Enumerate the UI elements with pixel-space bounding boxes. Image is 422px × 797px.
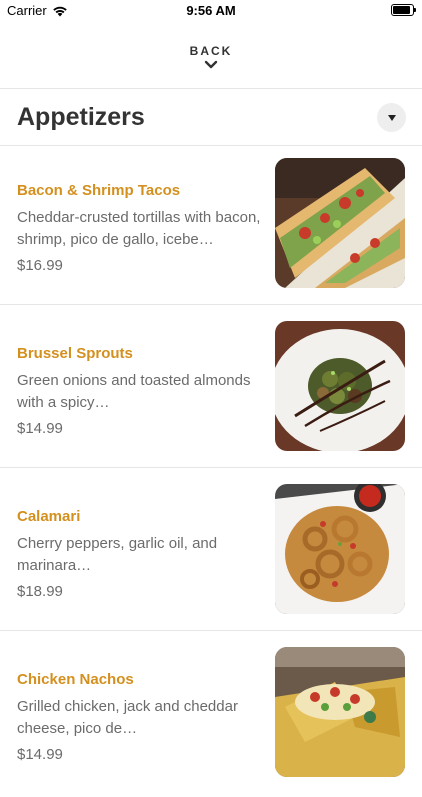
item-photo <box>275 484 405 614</box>
item-divider <box>0 467 422 468</box>
item-description: Cherry peppers, garlic oil, and marinara… <box>17 535 218 574</box>
item-description: Green onions and toasted almonds with a … <box>17 372 251 411</box>
menu-item[interactable]: Bacon & Shrimp Tacos Cheddar-crusted tor… <box>0 146 422 308</box>
menu-item[interactable]: Chicken Nachos Grilled chicken, jack and… <box>0 635 422 797</box>
item-photo <box>275 158 405 288</box>
item-price: $18.99 <box>17 583 63 600</box>
back-button[interactable]: BACK <box>0 40 422 84</box>
item-price: $16.99 <box>17 257 63 274</box>
item-photo <box>275 321 405 451</box>
item-name: Chicken Nachos <box>17 671 134 688</box>
item-price: $14.99 <box>17 746 63 763</box>
item-description: Grilled chicken, jack and cheddar cheese… <box>17 698 238 737</box>
section-header: Appetizers <box>0 89 422 145</box>
item-divider <box>0 304 422 305</box>
back-label: BACK <box>189 44 233 58</box>
item-name: Calamari <box>17 508 81 525</box>
caret-down-icon <box>387 114 396 121</box>
item-divider <box>0 630 422 631</box>
battery-icon <box>391 4 416 16</box>
item-description: Cheddar-crusted tortillas with bacon, sh… <box>17 209 261 248</box>
status-bar: Carrier 9:56 AM <box>0 0 422 22</box>
item-name: Bacon & Shrimp Tacos <box>17 182 181 199</box>
menu-item[interactable]: Calamari Cherry peppers, garlic oil, and… <box>0 472 422 634</box>
item-name: Brussel Sprouts <box>17 345 133 362</box>
section-dropdown-button[interactable] <box>377 103 406 132</box>
menu-item[interactable]: Brussel Sprouts Green onions and toasted… <box>0 309 422 471</box>
item-price: $14.99 <box>17 420 63 437</box>
item-photo <box>275 647 405 777</box>
status-time: 9:56 AM <box>186 3 236 18</box>
section-title: Appetizers <box>17 103 145 131</box>
chevron-down-icon <box>204 60 218 69</box>
